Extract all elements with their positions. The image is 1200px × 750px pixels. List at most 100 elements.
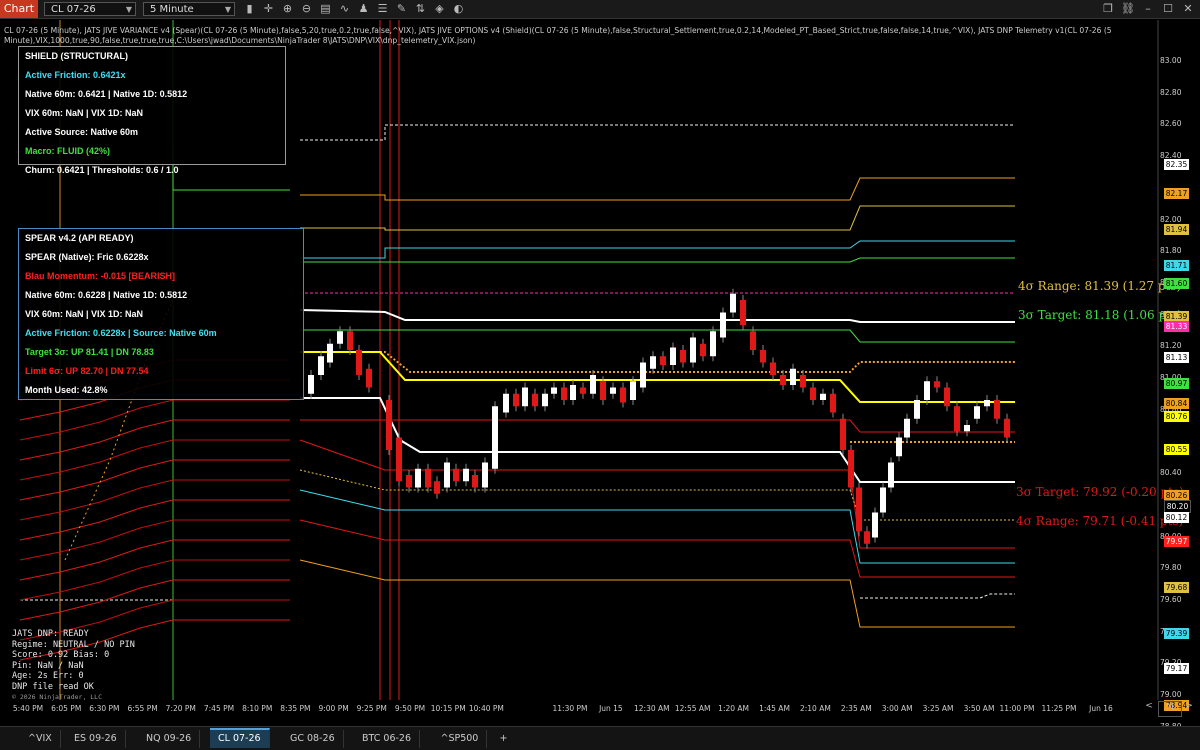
time-axis-label: 2:35 AM	[840, 704, 872, 713]
candle-body	[347, 331, 353, 350]
chevron-down-icon: ▼	[224, 5, 231, 14]
price-tag: 80.76	[1164, 411, 1189, 423]
instrument-tab[interactable]: CL 07-26	[210, 728, 270, 748]
time-axis[interactable]: 5:40 PM 6:05 PM 6:30 PM 6:55 PM 7:20 PM 7:45 …	[0, 700, 1200, 718]
spear-native: SPEAR (Native): Fric 0.6228x	[25, 252, 149, 262]
time-axis-label: 12:30 AM	[633, 704, 670, 713]
price-axis-label: 79.80	[1160, 563, 1182, 573]
candle-body	[415, 468, 421, 488]
spear-native-60m: Native 60m: 0.6228 | Native 1D: 0.5812	[25, 290, 188, 300]
zoom-in-icon[interactable]: ⊕	[278, 1, 297, 17]
candle-body	[503, 393, 509, 413]
data-series-icon[interactable]: ▤	[316, 1, 335, 17]
candle-body	[740, 300, 746, 325]
instrument-tabs: ^VIX ES 09-26 NQ 09-26 CL 07-26 GC 08-26 BTC …	[0, 726, 1200, 750]
chart-tab[interactable]: Chart	[0, 0, 38, 18]
time-axis-label: 8:10 PM	[242, 704, 273, 713]
atm-icon[interactable]: ◈	[430, 1, 449, 17]
instrument-tab[interactable]: BTC 06-26	[354, 730, 421, 748]
candle-body	[492, 406, 498, 469]
shield-title: SHIELD (STRUCTURAL)	[25, 51, 128, 61]
chart-mode-button[interactable]: M	[1158, 701, 1182, 717]
candle-body	[888, 462, 894, 488]
interval-selector[interactable]: 5 Minute ▼	[143, 2, 235, 16]
price-axis-label: 79.60	[1160, 594, 1182, 604]
time-axis-label: 9:50 PM	[394, 704, 426, 713]
link-icon[interactable]: ⛓	[1118, 1, 1138, 17]
candle-body	[366, 368, 372, 388]
candle-body	[308, 375, 314, 394]
time-axis-label: 3:50 AM	[963, 704, 995, 713]
price-tag: 79.97	[1164, 536, 1189, 548]
scroll-right-button[interactable]: >	[1183, 701, 1195, 715]
instrument-tab[interactable]: NQ 09-26	[138, 730, 201, 748]
time-axis-label: 7:45 PM	[203, 704, 235, 713]
instrument-tab[interactable]: ^VIX	[20, 730, 61, 748]
instrument-tab[interactable]: ^SP500	[433, 730, 488, 748]
shield-active-source: Active Source: Native 60m	[25, 127, 139, 137]
candle-body	[800, 375, 806, 388]
range-up-label: 4σ Range: 81.39 (1.27 pts)	[1018, 279, 1182, 293]
candle-body	[964, 425, 970, 432]
properties-icon[interactable]: ☰	[373, 1, 392, 17]
price-axis-label: 82.80	[1160, 87, 1182, 97]
indicators-icon[interactable]: ∿	[335, 1, 354, 17]
layers-icon[interactable]: ❐	[1098, 1, 1118, 17]
price-tag: 79.68	[1164, 582, 1189, 594]
instrument-tab[interactable]: GC 08-26	[282, 730, 344, 748]
candle-body	[994, 400, 1000, 419]
time-axis-label: 7:20 PM	[165, 704, 196, 713]
zoom-out-icon[interactable]: ⊖	[297, 1, 316, 17]
candle-body	[610, 387, 616, 394]
spear-active-friction: Active Friction: 0.6228x | Source: Nativ…	[25, 328, 217, 338]
time-axis-label: 1:45 AM	[759, 704, 790, 713]
interval-value: 5 Minute	[150, 4, 194, 15]
scroll-left-button[interactable]: <	[1143, 701, 1155, 715]
time-axis-label: Jun 16	[1089, 704, 1113, 713]
time-axis-label: 10:15 PM	[430, 704, 466, 713]
price-tag: 80.55	[1164, 444, 1189, 456]
shield-macro: Macro: FLUID (42%)	[25, 146, 111, 156]
candle-body	[770, 362, 776, 375]
candle-body	[896, 437, 902, 457]
candle-body	[630, 381, 636, 400]
candle-body	[472, 475, 478, 488]
spear-title: SPEAR v4.2 (API READY)	[25, 233, 134, 243]
candle-body	[924, 381, 930, 400]
dnp-line: Regime: NEUTRAL / NO PIN	[12, 639, 135, 650]
spear-blau-momentum: Blau Momentum: -0.015 [BEARISH]	[25, 271, 176, 281]
candle-body	[356, 350, 362, 375]
candle-body	[532, 393, 538, 407]
instrument-value: CL 07-26	[51, 4, 96, 15]
candle-body	[396, 437, 402, 482]
close-icon[interactable]: ✕	[1178, 1, 1198, 17]
candle-body	[570, 385, 576, 400]
spear-panel: SPEAR v4.2 (API READY) SPEAR (Native): F…	[18, 228, 304, 400]
candlestick-icon[interactable]: ▮	[240, 1, 259, 17]
time-axis-label: 9:25 PM	[356, 704, 387, 713]
chart-trader-icon[interactable]: ⇅	[411, 1, 430, 17]
instrument-tab[interactable]: ES 09-26	[66, 730, 126, 748]
candle-body	[386, 400, 392, 450]
candle-body	[830, 393, 836, 413]
indicator-legend: CL 07-26 (5 Minute), JATS JIVE VARIANCE …	[4, 26, 1112, 45]
drawing-tools-icon[interactable]: ✎	[392, 1, 411, 17]
time-axis-label: 3:25 AM	[922, 704, 954, 713]
shield-panel: SHIELD (STRUCTURAL) Active Friction: 0.6…	[18, 46, 286, 175]
candle-body	[848, 450, 854, 488]
instrument-selector[interactable]: CL 07-26 ▼	[44, 2, 136, 16]
global-sync-icon[interactable]: ◐	[449, 1, 468, 17]
strategies-icon[interactable]: ♟	[354, 1, 373, 17]
minimize-icon[interactable]: –	[1138, 1, 1158, 17]
time-axis-label: Jun 15	[599, 704, 623, 713]
candle-body	[710, 331, 716, 357]
shield-churn: Churn: 0.6421 | Thresholds: 0.6 / 1.0	[25, 165, 179, 175]
maximize-icon[interactable]: ☐	[1158, 1, 1178, 17]
crosshair-icon[interactable]: ✛	[259, 1, 278, 17]
time-axis-label: 5:40 PM	[12, 704, 44, 713]
dnp-line: Score: 0.92 Bias: 0	[12, 650, 110, 660]
time-axis-label: 8:35 PM	[280, 704, 311, 713]
price-axis-label: 83.00	[1160, 56, 1182, 65]
add-tab-button[interactable]: +	[492, 730, 516, 748]
candle-body	[790, 368, 796, 385]
